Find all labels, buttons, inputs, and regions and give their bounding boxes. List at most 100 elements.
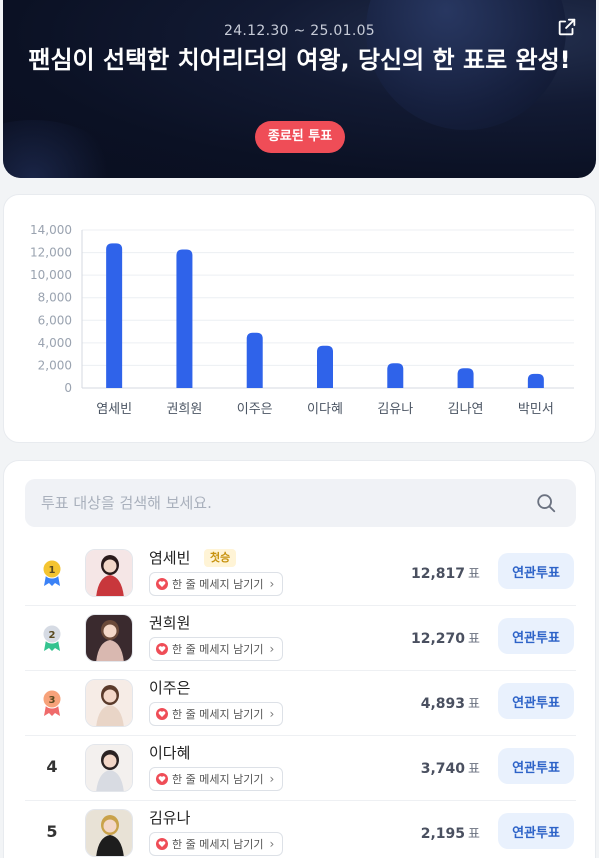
chart-bar[interactable] (106, 243, 123, 388)
vote-count: 4,893 표 (421, 693, 480, 712)
y-tick-label: 2,000 (38, 358, 72, 372)
list-item: 5 김유나 한 줄 메세지 남기기 › 2,195 표 연관투표 (25, 801, 576, 858)
chevron-right-icon: › (269, 577, 275, 591)
avatar[interactable] (85, 744, 133, 792)
candidate-name: 권희원 (149, 614, 191, 632)
y-tick-label: 8,000 (38, 291, 72, 305)
vote-unit: 표 (468, 567, 480, 582)
x-tick-label: 박민서 (518, 402, 554, 417)
list-item: 2 권희원 한 줄 메세지 남기기 › 12,270 표 연관투표 (25, 606, 576, 671)
chevron-right-icon: › (269, 642, 275, 656)
avatar-image (86, 615, 132, 661)
candidate-name: 이다혜 (149, 744, 191, 762)
vote-period: 24.12.30 ~ 25.01.05 (223, 23, 376, 39)
vote-count: 3,740 표 (421, 758, 480, 777)
avatar[interactable] (85, 809, 133, 857)
list-item: 1 염세빈 첫승 한 줄 메세지 남기기 › 12,817 표 연관투표 (25, 541, 576, 606)
share-external-icon[interactable] (556, 16, 578, 38)
x-tick-label: 염세빈 (96, 402, 132, 417)
x-tick-label: 이주은 (237, 402, 273, 417)
rank-number: 2 (49, 630, 56, 641)
chart-bar[interactable] (387, 363, 404, 388)
vote-unit: 표 (468, 632, 480, 647)
heart-icon (156, 578, 168, 590)
y-tick-label: 12,000 (30, 246, 72, 260)
leave-message-button[interactable]: 한 줄 메세지 남기기 › (149, 637, 284, 661)
search-icon[interactable] (535, 492, 557, 514)
rank-medal-icon: 3 (42, 689, 62, 716)
candidate-list-card: 1 염세빈 첫승 한 줄 메세지 남기기 › 12,817표 연관투표 (3, 460, 596, 858)
vote-count: 12,270 표 (411, 628, 480, 647)
related-vote-button[interactable]: 연관투표 (498, 683, 574, 719)
vote-count-value: 2,195 (420, 826, 466, 842)
y-tick-label: 6,000 (38, 313, 72, 327)
list-item: 4 이다혜 한 줄 메세지 남기기 › 3,740 표 연관투표 (25, 736, 576, 801)
chart-bar[interactable] (246, 332, 263, 388)
vote-unit: 표 (468, 827, 480, 842)
leave-message-button[interactable]: 한 줄 메세지 남기기 › (149, 767, 284, 791)
heart-icon (156, 838, 168, 850)
hero-banner: 24.12.30 ~ 25.01.05 팬심이 선택한 치어리더의 여왕, 당신… (3, 0, 596, 178)
decorative-glow (3, 120, 123, 178)
related-vote-button[interactable]: 연관투표 (498, 748, 574, 784)
vote-count: 2,195 표 (421, 823, 480, 842)
leave-message-label: 한 줄 메세지 남기기 (172, 708, 264, 721)
related-vote-button[interactable]: 연관투표 (498, 618, 574, 654)
x-tick-label: 김유나 (377, 402, 413, 417)
status-badge: 종료된 투표 (255, 121, 345, 153)
vote-count-value: 12,817 (411, 566, 466, 582)
vote-unit: 표 (468, 762, 480, 777)
y-tick-label: 4,000 (38, 336, 72, 350)
y-tick-label: 0 (64, 381, 72, 395)
list-item: 3 이주은 한 줄 메세지 남기기 › 4,893 표 연관투표 (25, 671, 576, 736)
rank-number: 4 (46, 757, 58, 776)
chart-bar[interactable] (317, 345, 333, 388)
chart-bar[interactable] (176, 249, 193, 388)
related-vote-button[interactable]: 연관투표 (498, 813, 574, 849)
chevron-right-icon: › (269, 837, 275, 851)
leave-message-button[interactable]: 한 줄 메세지 남기기 › (149, 702, 284, 726)
leave-message-label: 한 줄 메세지 남기기 (172, 773, 264, 786)
leave-message-label: 한 줄 메세지 남기기 (172, 643, 264, 656)
chart-bar[interactable] (457, 368, 474, 388)
related-vote-button[interactable]: 연관투표 (498, 553, 574, 589)
vote-unit: 표 (468, 697, 480, 712)
leave-message-button[interactable]: 한 줄 메세지 남기기 › (149, 832, 284, 856)
avatar-image (86, 810, 132, 856)
rank-number: 1 (49, 565, 56, 576)
rank-medal-icon: 1 (42, 559, 62, 586)
candidate-name: 염세빈 (149, 549, 191, 567)
leave-message-button[interactable]: 한 줄 메세지 남기기 › (149, 572, 284, 596)
leave-message-label: 한 줄 메세지 남기기 (172, 578, 264, 591)
vote-count-value: 4,893 (420, 696, 466, 712)
y-tick-label: 10,000 (30, 268, 72, 282)
avatar-image (86, 745, 132, 791)
avatar[interactable] (85, 679, 133, 727)
page-title: 팬심이 선택한 치어리더의 여왕, 당신의 한 표로 완성! (28, 46, 571, 74)
heart-icon (156, 773, 168, 785)
y-tick-label: 14,000 (30, 223, 72, 237)
vote-count: 12,817 표 (411, 563, 480, 582)
chevron-right-icon: › (269, 707, 275, 721)
avatar[interactable] (85, 549, 133, 597)
heart-icon (156, 643, 168, 655)
x-tick-label: 김나연 (448, 402, 484, 417)
search-input[interactable] (25, 479, 576, 527)
avatar[interactable] (85, 614, 133, 662)
avatar-image (86, 680, 132, 726)
chart-bar[interactable] (527, 373, 544, 388)
x-tick-label: 이다혜 (307, 402, 343, 417)
rank-medal-icon: 2 (42, 624, 62, 651)
results-chart-card: 0 2,000 4,000 6,000 8,000 10,000 12,000 14,000 염… (3, 194, 596, 443)
results-bar-chart: 0 2,000 4,000 6,000 8,000 10,000 12,000 14,000 염… (30, 223, 574, 417)
avatar-image (86, 550, 132, 596)
vote-count-value: 3,740 (420, 761, 466, 777)
candidate-name: 김유나 (149, 809, 191, 827)
candidate-name: 이주은 (149, 679, 191, 697)
chevron-right-icon: › (269, 772, 275, 786)
rank-number: 5 (46, 822, 58, 841)
x-tick-label: 권희원 (166, 402, 202, 417)
first-win-badge: 첫승 (204, 549, 237, 567)
vote-count-value: 12,270 (411, 631, 466, 647)
heart-icon (156, 708, 168, 720)
